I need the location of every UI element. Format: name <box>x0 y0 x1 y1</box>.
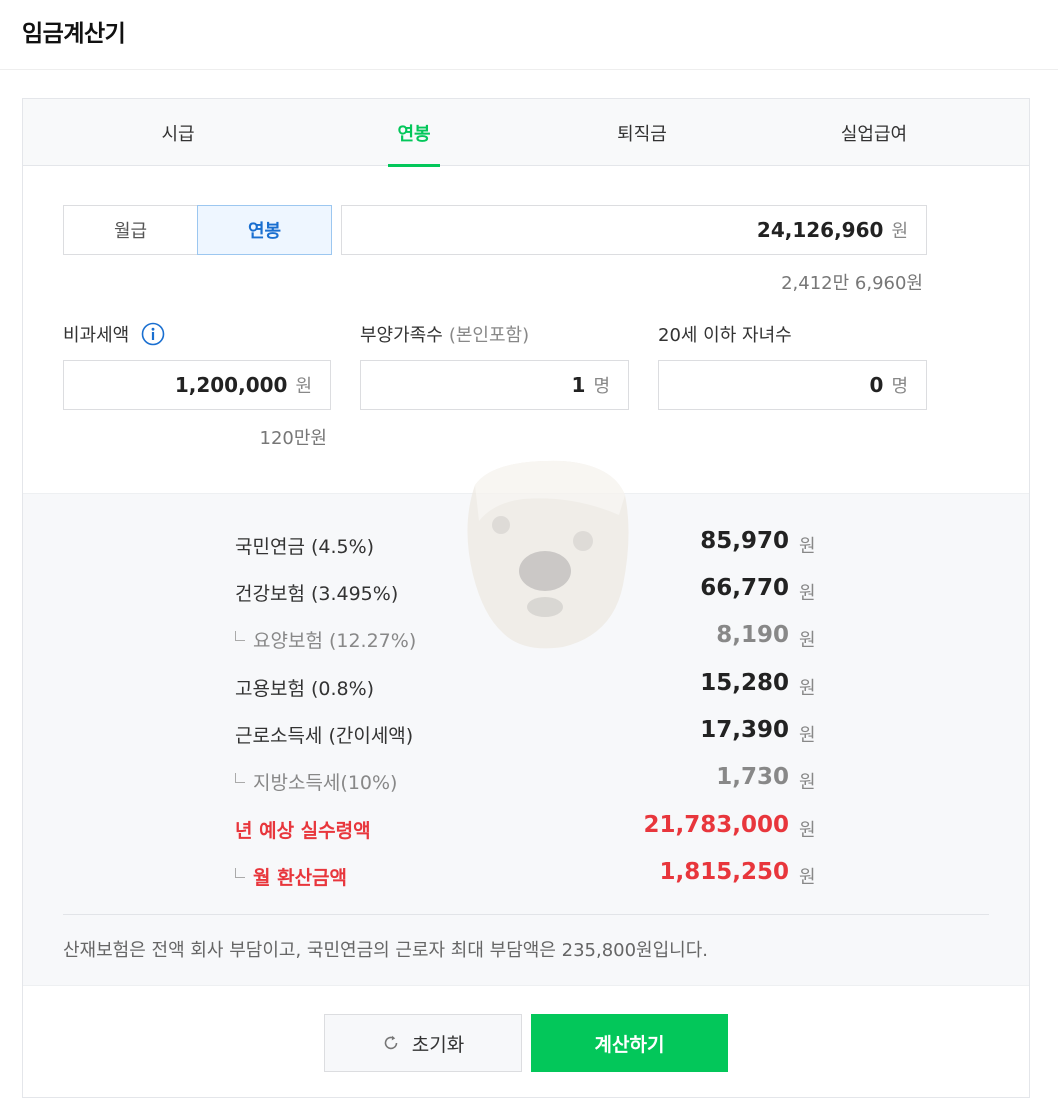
tree-branch-icon <box>235 630 245 641</box>
salary-input[interactable] <box>342 218 884 242</box>
dependents-input-box: 명 <box>360 360 629 410</box>
result-label: 년 예상 실수령액 <box>235 820 371 842</box>
tab-bar: 시급 연봉 퇴직금 실업급여 <box>23 99 1029 167</box>
result-unit: 원 <box>799 820 816 841</box>
tab-hourly[interactable]: 시급 <box>68 99 288 166</box>
pay-type-annual-button[interactable]: 연봉 <box>197 205 332 255</box>
reset-button-label: 초기화 <box>411 1033 465 1056</box>
children-label-text: 20세 이하 자녀수 <box>658 325 792 346</box>
tree-branch-icon <box>235 867 245 878</box>
children-unit: 명 <box>891 376 908 397</box>
result-value: 17,390 <box>700 717 789 743</box>
tab-label: 퇴직금 <box>617 123 667 145</box>
result-unit: 원 <box>799 678 816 699</box>
result-label: 국민연금 (4.5%) <box>235 536 375 558</box>
pay-type-monthly-button[interactable]: 월급 <box>63 205 198 255</box>
footnote: 산재보험은 전액 회사 부담이고, 국민연금의 근로자 최대 부담액은 235,… <box>63 940 709 961</box>
reset-button[interactable]: 초기화 <box>324 1014 522 1072</box>
dependents-label: 부양가족수 (본인포함) <box>360 321 529 347</box>
refresh-icon <box>382 1034 400 1052</box>
tab-label: 시급 <box>161 123 195 145</box>
result-unit: 원 <box>799 772 816 793</box>
result-unit: 원 <box>799 536 816 557</box>
result-label-text: 요양보험 (12.27%) <box>253 630 417 652</box>
calculate-button-label: 계산하기 <box>594 1033 665 1056</box>
dependents-unit: 명 <box>593 376 610 397</box>
children-input-box: 명 <box>658 360 927 410</box>
tab-severance[interactable]: 퇴직금 <box>532 99 752 166</box>
dog-face-image <box>467 460 629 649</box>
result-value: 66,770 <box>700 575 789 601</box>
result-value: 1,815,250 <box>659 859 790 885</box>
tab-label: 실업급여 <box>840 123 908 145</box>
children-input[interactable] <box>659 373 884 397</box>
non-taxable-korean-amount: 120만원 <box>259 428 327 449</box>
salary-unit: 원 <box>891 221 908 242</box>
result-value: 15,280 <box>700 670 789 696</box>
page-header: 임금계산기 <box>0 0 1058 70</box>
result-unit: 원 <box>799 725 816 746</box>
result-row-monthly-net-pay: 월 환산금액 1,815,250 원 <box>23 855 1029 895</box>
result-label-text: 월 환산금액 <box>253 867 348 889</box>
result-row-employment-insurance: 고용보험 (0.8%) 15,280 원 <box>23 666 1029 706</box>
tree-branch-icon <box>235 772 245 783</box>
children-label: 20세 이하 자녀수 <box>658 321 792 347</box>
pay-type-label: 월급 <box>113 221 148 242</box>
result-value: 8,190 <box>716 622 789 648</box>
tab-annual[interactable]: 연봉 <box>304 99 524 167</box>
result-unit: 원 <box>799 867 816 888</box>
non-taxable-label-text: 비과세액 <box>63 325 130 346</box>
result-label: 월 환산금액 <box>235 863 347 890</box>
result-label: 고용보험 (0.8%) <box>235 678 375 700</box>
result-label: 요양보험 (12.27%) <box>235 626 416 653</box>
result-label: 근로소득세 (간이세액) <box>235 725 414 747</box>
divider <box>63 914 989 915</box>
dependents-label-text: 부양가족수 <box>360 325 443 346</box>
result-value: 85,970 <box>700 528 789 554</box>
non-taxable-input[interactable] <box>64 373 288 397</box>
result-unit: 원 <box>799 583 816 604</box>
dependents-label-sub: (본인포함) <box>448 325 530 346</box>
active-tab-indicator <box>388 164 440 167</box>
tab-unemployment[interactable]: 실업급여 <box>764 99 984 166</box>
salary-korean-amount: 2,412만 6,960원 <box>781 273 923 294</box>
result-value: 21,783,000 <box>643 812 789 838</box>
result-row-annual-net-pay: 년 예상 실수령액 21,783,000 원 <box>23 808 1029 848</box>
non-taxable-label: 비과세액 <box>63 321 165 347</box>
result-value: 1,730 <box>716 764 789 790</box>
result-row-local-income-tax: 지방소득세(10%) 1,730 원 <box>23 760 1029 800</box>
salary-calculator-card: 시급 연봉 퇴직금 실업급여 월급 연봉 원 2,412만 6,960원 비과세… <box>22 98 1030 1098</box>
result-label: 건강보험 (3.495%) <box>235 583 399 605</box>
result-label-text: 지방소득세(10%) <box>253 772 398 794</box>
page-title: 임금계산기 <box>22 21 126 47</box>
dependents-input[interactable] <box>361 373 586 397</box>
result-row-income-tax: 근로소득세 (간이세액) 17,390 원 <box>23 713 1029 753</box>
result-label: 지방소득세(10%) <box>235 768 397 795</box>
info-icon[interactable] <box>141 322 165 346</box>
tab-label: 연봉 <box>397 123 431 145</box>
non-taxable-unit: 원 <box>295 376 312 397</box>
pay-type-label: 연봉 <box>247 221 282 242</box>
calculate-button[interactable]: 계산하기 <box>531 1014 728 1072</box>
salary-input-box: 원 <box>341 205 927 255</box>
result-unit: 원 <box>799 630 816 651</box>
non-taxable-input-box: 원 <box>63 360 331 410</box>
